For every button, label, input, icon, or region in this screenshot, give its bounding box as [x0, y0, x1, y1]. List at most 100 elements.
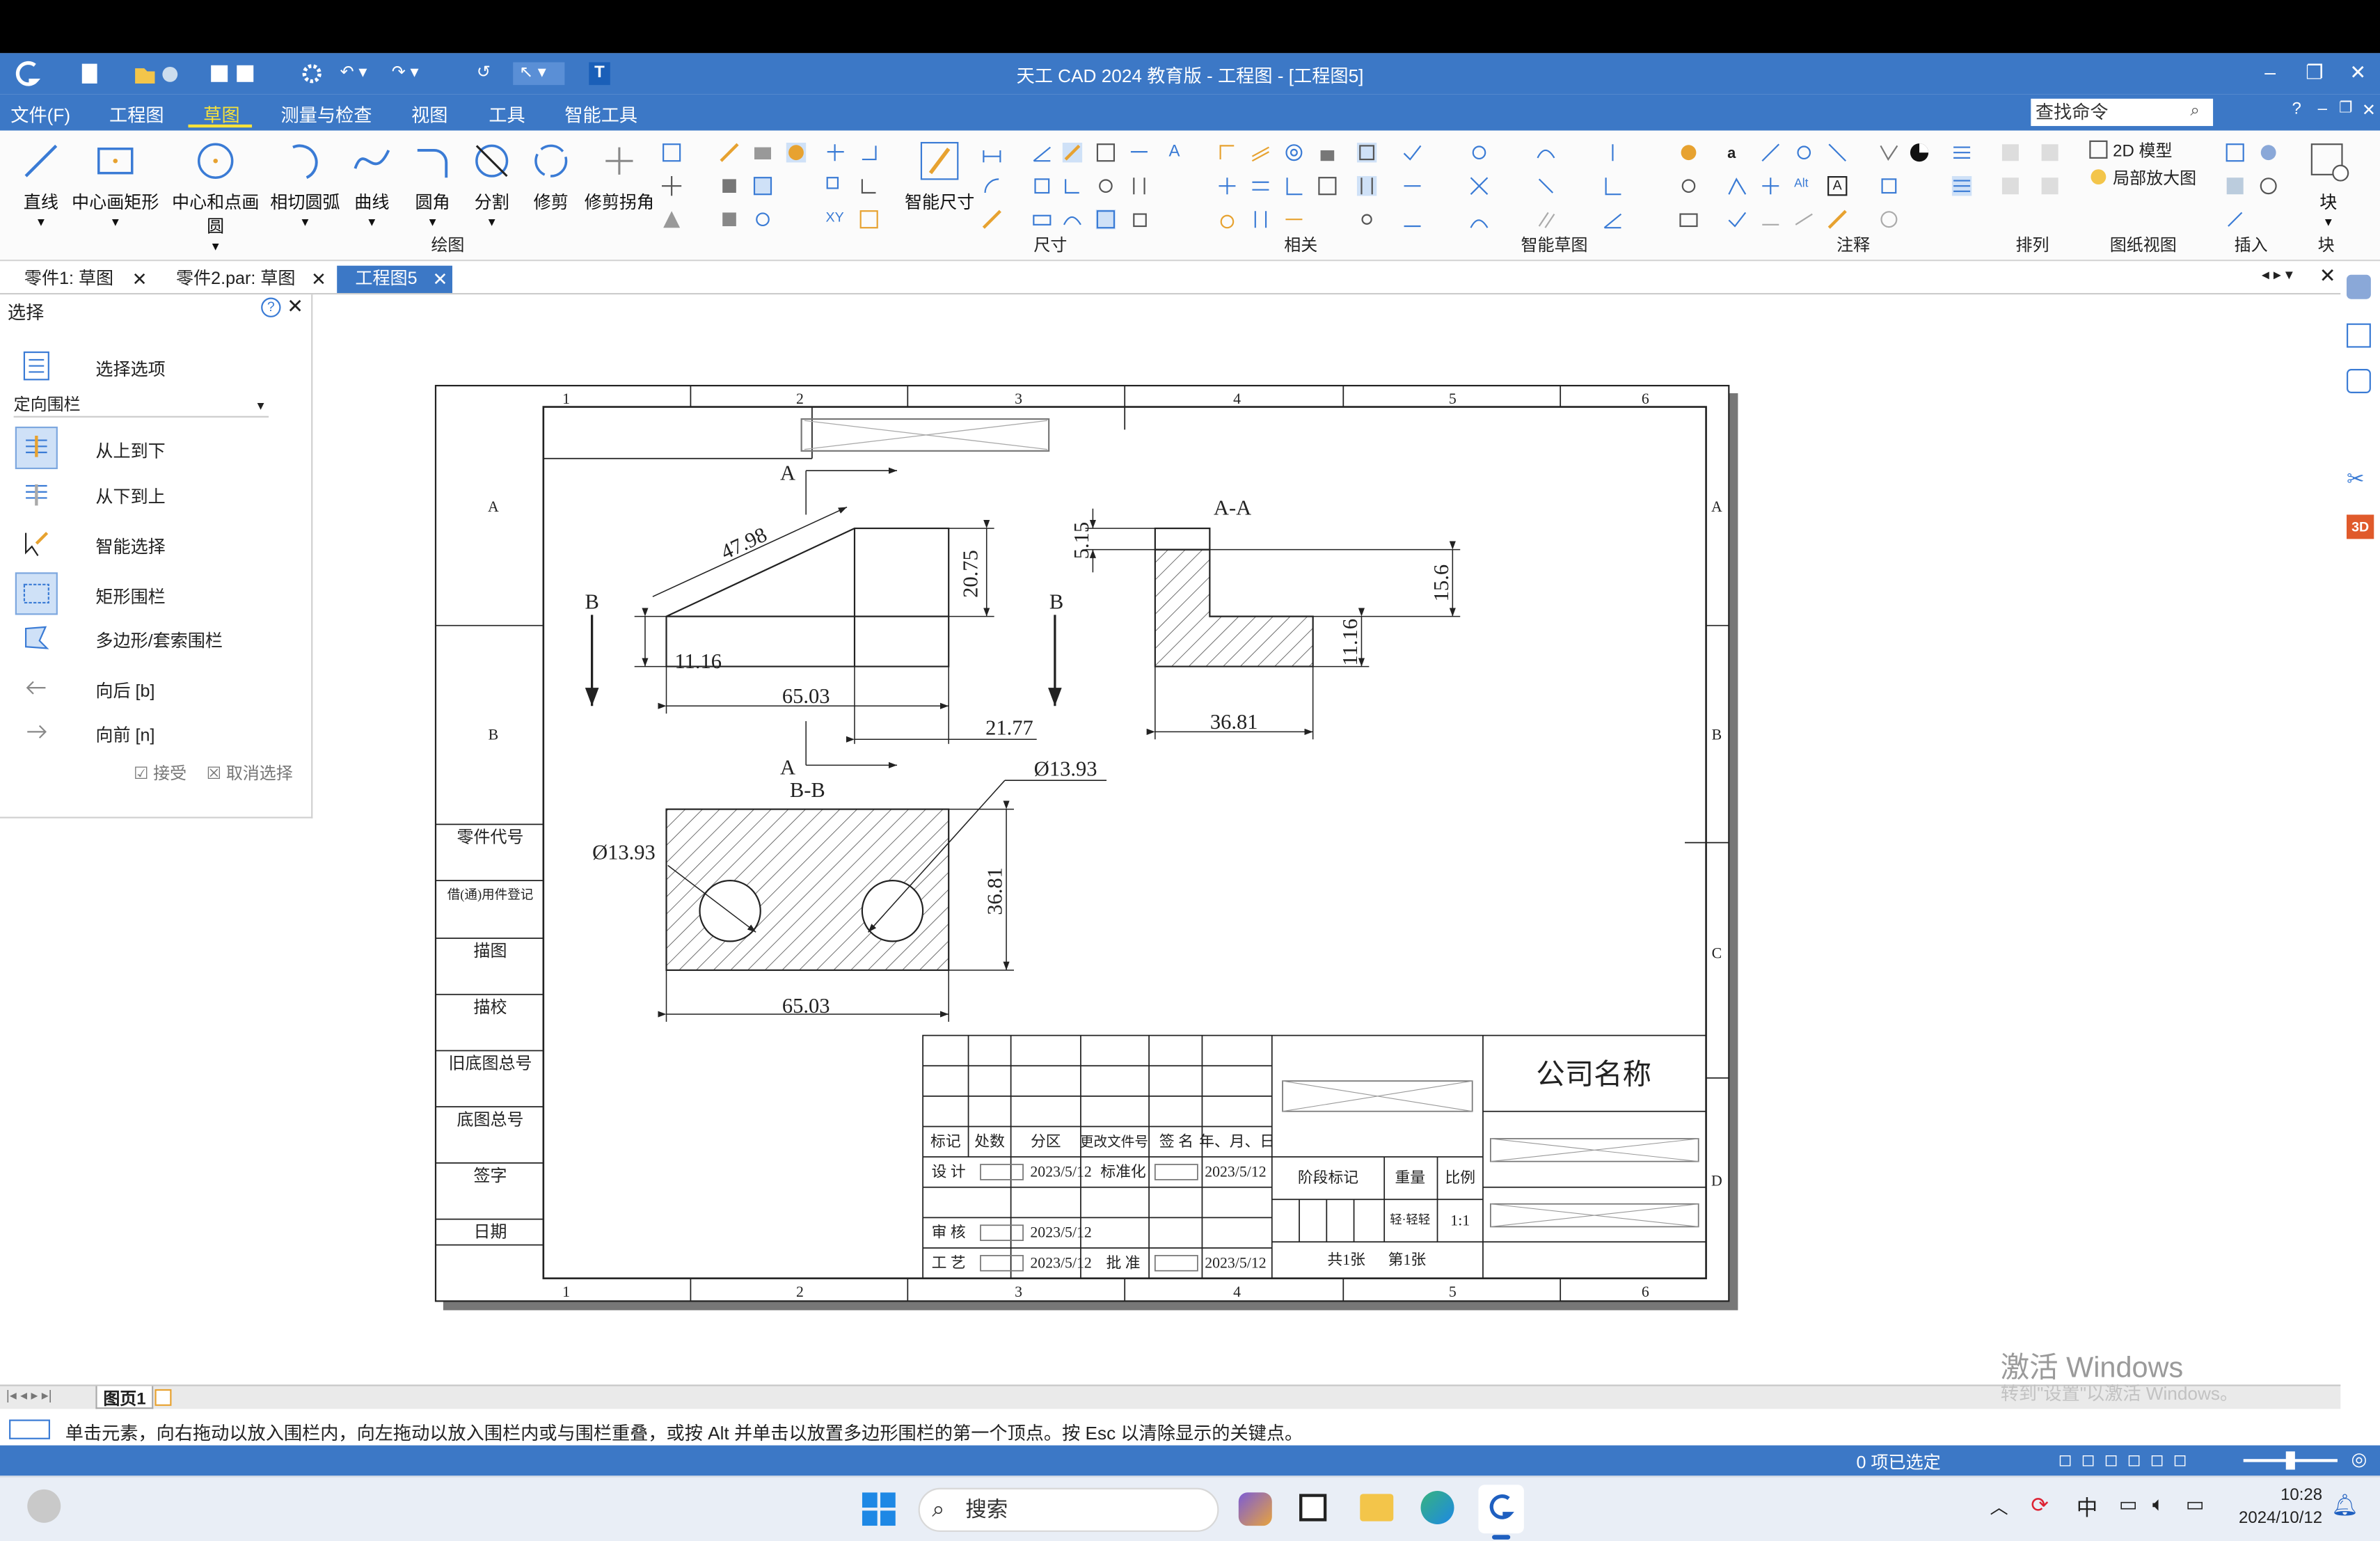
- center-rect-button[interactable]: 中心画矩形 ▾: [72, 138, 160, 230]
- ann-dimref-icon[interactable]: [1679, 210, 1698, 229]
- grid-icon[interactable]: [753, 176, 772, 196]
- cube-icon[interactable]: [720, 210, 739, 229]
- tray-chevron-icon[interactable]: ︿: [1990, 1494, 2008, 1519]
- search-icon[interactable]: ⌕: [2190, 102, 2199, 121]
- edge-icon[interactable]: [1420, 1491, 1454, 1525]
- is-angle-icon[interactable]: [1603, 210, 1622, 229]
- minimize-button[interactable]: –: [2264, 61, 2276, 84]
- include-icon[interactable]: [786, 143, 807, 163]
- close-tab-icon[interactable]: ✕: [311, 266, 326, 293]
- weather-icon[interactable]: [27, 1489, 61, 1523]
- dim-angle-coord-icon[interactable]: [1096, 176, 1116, 196]
- tab-drawing5[interactable]: 工程图5 ✕: [337, 265, 452, 293]
- close-button[interactable]: ✕: [2349, 61, 2366, 85]
- network-icon[interactable]: ▭: [2119, 1492, 2138, 1517]
- tray-update-icon[interactable]: ⟳: [2031, 1492, 2049, 1518]
- menu-drawing[interactable]: 工程图: [109, 102, 164, 127]
- clock-date[interactable]: 2024/10/12: [2231, 1509, 2322, 1527]
- dim-arc-icon[interactable]: [1063, 210, 1082, 229]
- scale-icon[interactable]: [826, 176, 846, 196]
- task-view-icon[interactable]: [1299, 1494, 1327, 1522]
- windows-start-icon[interactable]: [862, 1492, 896, 1526]
- arrange-back-icon[interactable]: [2040, 143, 2059, 162]
- prompt-window-icon[interactable]: [9, 1419, 50, 1439]
- dim-style-icon[interactable]: [982, 210, 1001, 229]
- dim-smart-icon[interactable]: [1062, 143, 1083, 163]
- detail-view-icon[interactable]: [2088, 167, 2108, 187]
- smart-dimension-button[interactable]: 智能尺寸: [905, 138, 974, 214]
- move-icon[interactable]: [826, 143, 846, 162]
- cancel-selection-button[interactable]: ☒ 取消选择: [207, 761, 293, 785]
- rel-connect-icon[interactable]: [1217, 143, 1237, 162]
- 2d-model-icon[interactable]: [2088, 140, 2108, 159]
- tools-icon[interactable]: ✂: [2347, 466, 2365, 492]
- dim-coord-icon[interactable]: [1096, 143, 1116, 162]
- ann-center-icon[interactable]: [1679, 176, 1698, 196]
- rel-equal-icon[interactable]: [1251, 176, 1270, 196]
- curve-button[interactable]: 曲线 ▾: [346, 138, 397, 230]
- rel-assist-icon[interactable]: [1357, 210, 1377, 229]
- close-all-tabs-icon[interactable]: ✕: [2319, 264, 2336, 289]
- tab-part2-sketch[interactable]: 零件2.par: 草图 ✕: [158, 266, 331, 293]
- select-options-row[interactable]: 选择选项: [15, 345, 303, 384]
- is-vertical-icon[interactable]: [1603, 143, 1622, 162]
- sheet-tab-page1[interactable]: 图页1: [95, 1386, 154, 1409]
- project-icon[interactable]: [753, 143, 772, 162]
- is-curve-icon[interactable]: [1536, 143, 1555, 162]
- move-arrows-icon[interactable]: [661, 176, 682, 196]
- symmetric-offset-icon[interactable]: [720, 143, 739, 162]
- accept-button[interactable]: ☑ 接受: [134, 761, 187, 785]
- back-option[interactable]: 向后 [b]: [15, 667, 303, 706]
- close-tab-icon[interactable]: ✕: [132, 266, 148, 293]
- rel-rigid-icon[interactable]: [1317, 176, 1337, 196]
- ann-connector-icon[interactable]: [1827, 143, 1847, 162]
- dim-auto-icon[interactable]: [1032, 210, 1052, 229]
- ann-leader-icon[interactable]: [1761, 143, 1780, 162]
- doc-restore-icon[interactable]: ❐: [2339, 100, 2353, 117]
- rel-symmetric-icon[interactable]: [1251, 210, 1270, 229]
- offset-icon[interactable]: [662, 143, 681, 162]
- box-icon[interactable]: [720, 176, 739, 196]
- clock-time[interactable]: 10:28: [2246, 1486, 2322, 1504]
- rel-maintain-icon[interactable]: [1356, 176, 1377, 196]
- ann-datum-icon[interactable]: [1879, 176, 1898, 196]
- insert-image-icon[interactable]: [2226, 143, 2245, 162]
- menu-sketch[interactable]: 草图: [203, 102, 239, 127]
- bottom-to-top-option[interactable]: 从下到上: [15, 472, 303, 512]
- volume-icon[interactable]: 🔈︎: [2152, 1492, 2164, 1517]
- ann-list-icon[interactable]: [1952, 143, 1972, 162]
- insert-picture-icon[interactable]: [2226, 176, 2245, 196]
- restore-button[interactable]: ❐: [2306, 61, 2323, 85]
- close-tab-icon[interactable]: ✕: [432, 266, 447, 293]
- fillet-button[interactable]: 圆角 ▾: [407, 138, 459, 230]
- view-controls-icon[interactable]: ◻◻◻◻◻◻: [2058, 1450, 2196, 1469]
- ann-alt-icon[interactable]: Alt: [1794, 176, 1814, 196]
- insert-hyperlink-icon[interactable]: [2226, 210, 2245, 229]
- line-button[interactable]: 直线 ▾: [15, 138, 67, 230]
- ann-balloon-icon[interactable]: [1794, 143, 1814, 162]
- arrange-up-icon[interactable]: [2001, 176, 2020, 196]
- menu-smart-tools[interactable]: 智能工具: [564, 102, 637, 127]
- menu-file[interactable]: 文件(F): [10, 102, 70, 127]
- ann-pen-icon[interactable]: [1827, 210, 1847, 229]
- is-point-icon[interactable]: [1402, 210, 1422, 229]
- doc-minimize-icon[interactable]: –: [2318, 100, 2327, 118]
- rel-perpendicular-icon[interactable]: [1284, 176, 1303, 196]
- triangle-icon[interactable]: [662, 210, 681, 229]
- rectangle-fence-option[interactable]: 矩形围栏: [15, 572, 303, 615]
- panel-close-icon[interactable]: ✕: [287, 294, 303, 319]
- ann-text-icon[interactable]: a: [1727, 145, 1747, 165]
- is-center-icon[interactable]: [1469, 143, 1489, 162]
- dim-table-icon[interactable]: [1095, 210, 1116, 230]
- top-to-bottom-option[interactable]: 从上到下: [15, 426, 303, 470]
- help-icon[interactable]: ?: [2292, 100, 2301, 118]
- dim-chain-icon[interactable]: [1129, 143, 1149, 162]
- arrange-front-icon[interactable]: [2001, 143, 2020, 162]
- dim-symmetric-icon[interactable]: [1032, 176, 1052, 196]
- block-button[interactable]: 块 ▾: [2304, 138, 2353, 230]
- insert-object-icon[interactable]: [2259, 176, 2278, 196]
- command-search-input[interactable]: 查找命令: [2031, 98, 2214, 127]
- 2d-model-button[interactable]: 2D 模型: [2113, 138, 2172, 162]
- mirror-icon[interactable]: [859, 176, 879, 196]
- is-perp-icon[interactable]: [1603, 176, 1622, 196]
